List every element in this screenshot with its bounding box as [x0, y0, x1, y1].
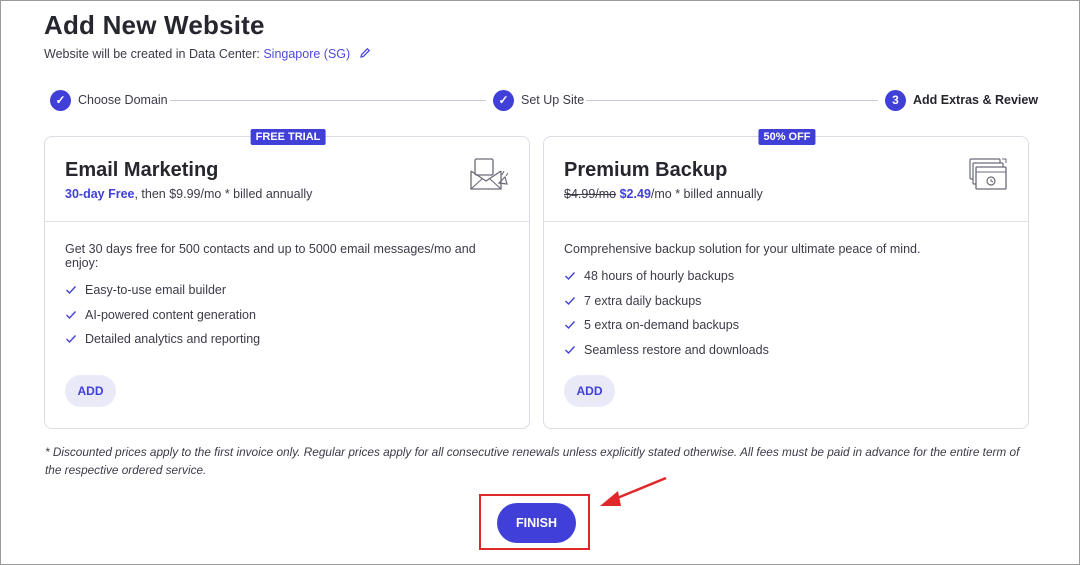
feature-label: 7 extra daily backups	[584, 293, 702, 308]
step-add-extras-review: 3 Add Extras & Review	[885, 89, 1038, 111]
feature-item: Seamless restore and downloads	[564, 338, 1008, 363]
check-icon	[565, 345, 576, 354]
step-choose-domain[interactable]: ✓ Choose Domain	[50, 89, 168, 111]
step-label: Set Up Site	[521, 93, 585, 107]
feature-label: Detailed analytics and reporting	[85, 332, 261, 347]
card-header: Premium Backup $4.99/mo $2.49/mo * bille…	[544, 137, 1028, 222]
card-title: Email Marketing	[65, 159, 219, 181]
stepper-connector	[586, 100, 878, 101]
email-envelope-icon	[470, 158, 509, 190]
feature-item: AI-powered content generation	[65, 303, 509, 328]
feature-item: 48 hours of hourly backups	[564, 264, 1008, 289]
check-circle-icon: ✓	[493, 89, 514, 111]
step-number-badge: 3	[885, 89, 906, 111]
card-price: 30-day Free, then $9.99/mo * billed annu…	[65, 187, 312, 201]
card-header: Email Marketing 30-day Free, then $9.99/…	[45, 137, 529, 222]
finish-button[interactable]: FINISH	[497, 503, 576, 543]
feature-label: Seamless restore and downloads	[584, 342, 769, 357]
data-center-subtitle: Website will be created in Data Center: …	[44, 47, 371, 61]
card-description: Comprehensive backup solution for your u…	[564, 242, 921, 256]
card-price: $4.99/mo $2.49/mo * billed annually	[564, 187, 763, 201]
feature-label: 48 hours of hourly backups	[584, 269, 735, 284]
feature-label: 5 extra on-demand backups	[584, 318, 739, 333]
price-new: $2.49	[619, 187, 651, 201]
feature-label: Easy-to-use email builder	[85, 283, 227, 298]
card-title: Premium Backup	[564, 159, 728, 181]
progress-stepper: ✓ Choose Domain ✓ Set Up Site 3 Add Extr…	[50, 89, 1038, 111]
check-icon	[66, 335, 77, 344]
check-icon	[565, 321, 576, 330]
check-icon	[565, 272, 576, 281]
check-icon	[66, 286, 77, 295]
check-circle-icon: ✓	[50, 89, 71, 111]
card-body: Get 30 days free for 500 contacts and up…	[45, 222, 529, 352]
feature-item: Easy-to-use email builder	[65, 278, 509, 303]
data-center-link[interactable]: Singapore (SG)	[263, 47, 350, 61]
step-label: Add Extras & Review	[913, 93, 1039, 107]
step-label: Choose Domain	[78, 93, 168, 107]
pricing-disclaimer: * Discounted prices apply to the first i…	[45, 445, 1020, 477]
add-email-marketing-button[interactable]: ADD	[65, 375, 116, 407]
price-old: $4.99/mo	[564, 187, 617, 201]
feature-item: Detailed analytics and reporting	[65, 327, 509, 352]
premium-backup-card: 50% OFF Premium Backup $4.99/mo $2.49/mo…	[543, 129, 1029, 429]
check-icon	[66, 310, 77, 319]
feature-item: 7 extra daily backups	[564, 289, 1008, 314]
page-title: Add New Website	[44, 10, 265, 40]
check-icon	[565, 296, 576, 305]
price-highlight: 30-day Free	[65, 187, 135, 201]
subtitle-prefix: Website will be created in Data Center:	[44, 47, 264, 61]
price-rest: , then $9.99/mo * billed annually	[134, 187, 313, 201]
card-description: Get 30 days free for 500 contacts and up…	[65, 242, 476, 270]
add-premium-backup-button[interactable]: ADD	[564, 375, 615, 407]
feature-label: AI-powered content generation	[85, 307, 256, 322]
stepper-connector	[170, 100, 486, 101]
email-marketing-card: FREE TRIAL Email Marketing 30-day Free, …	[44, 129, 530, 429]
pencil-icon[interactable]	[359, 47, 371, 59]
price-rest: /mo * billed annually	[650, 187, 763, 201]
feature-item: 5 extra on-demand backups	[564, 313, 1008, 338]
annotation-arrow-icon	[600, 476, 667, 506]
step-set-up-site[interactable]: ✓ Set Up Site	[493, 89, 584, 111]
card-body: Comprehensive backup solution for your u…	[544, 222, 1028, 362]
backup-windows-icon	[969, 158, 1007, 190]
